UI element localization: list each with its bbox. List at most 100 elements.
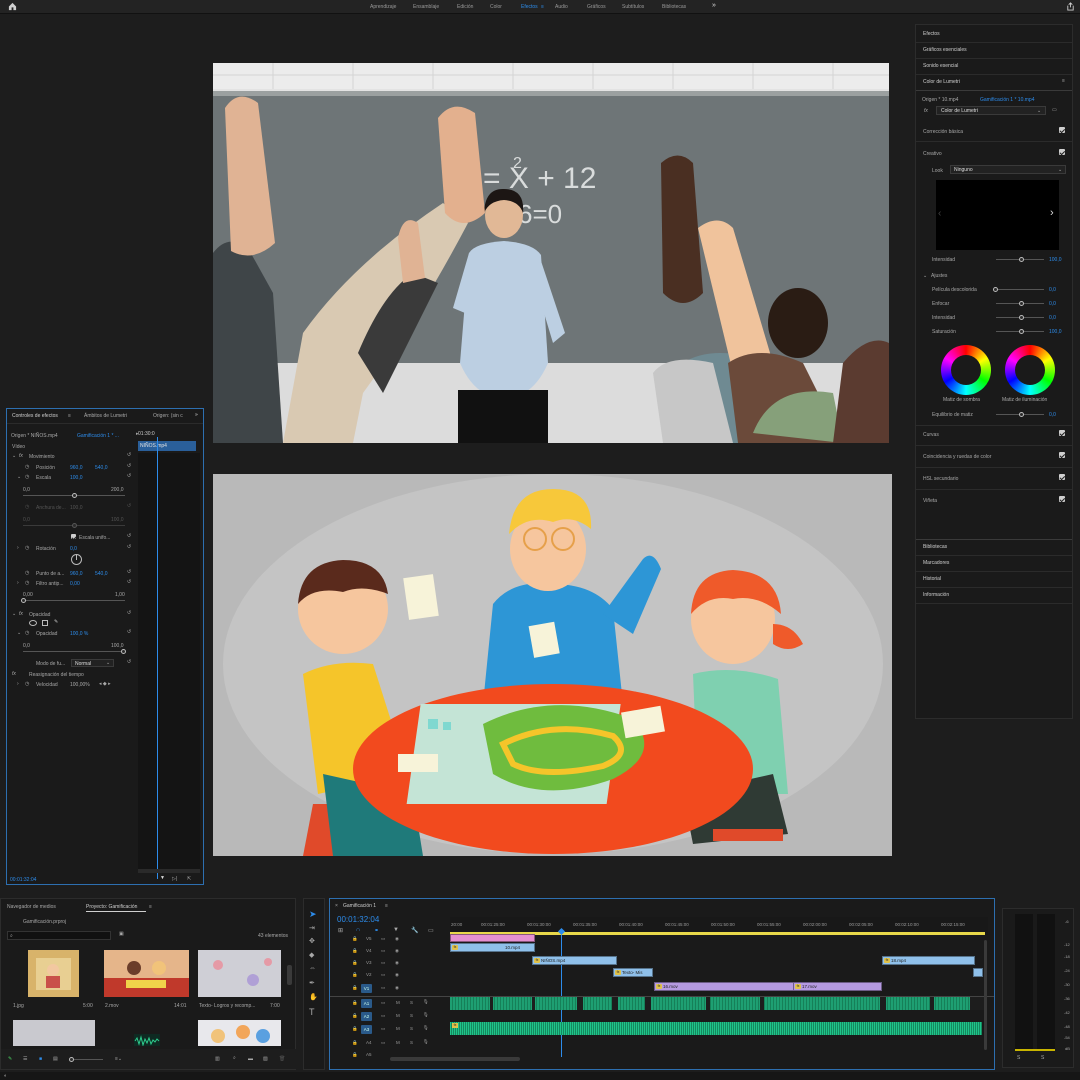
track-a3-label[interactable]: A3	[361, 1025, 372, 1034]
reset-icon[interactable]: ↺	[127, 452, 131, 458]
ec-opacity-slider[interactable]	[23, 651, 125, 652]
tab-ensamblaje[interactable]: Ensamblaje	[413, 4, 439, 10]
sync-lock-icon[interactable]: ▭	[381, 972, 385, 978]
pen-mask-icon[interactable]: ✎	[54, 619, 58, 625]
tab-subtitulos[interactable]: Subtítulos	[622, 4, 644, 10]
icon-view-icon[interactable]: ■	[39, 1056, 42, 1062]
section-correccion-basica[interactable]: Corrección básica	[923, 129, 963, 135]
section-hsl[interactable]: HSL secundario	[923, 476, 958, 482]
close-icon[interactable]: ×	[335, 903, 338, 909]
tab-graficos[interactable]: Gráficos	[587, 4, 606, 10]
ec-scale-width-knob[interactable]	[72, 523, 77, 528]
ec-flicker-knob[interactable]	[21, 598, 26, 603]
track-v3-label[interactable]: V3	[366, 960, 372, 965]
mic-icon[interactable]: 🎙	[423, 1012, 429, 1018]
section-vineta[interactable]: Viñeta	[923, 498, 937, 504]
section-coincidencia[interactable]: Coincidencia y ruedas de color	[923, 454, 991, 460]
mute-a2[interactable]: M	[396, 1013, 400, 1018]
ellipse-mask-icon[interactable]	[29, 620, 37, 626]
stopwatch-icon[interactable]: ◷	[25, 570, 29, 576]
mute-a3[interactable]: M	[396, 1026, 400, 1031]
reset-icon[interactable]: ↺	[127, 473, 131, 479]
eye-icon[interactable]: ◉	[395, 960, 399, 966]
filter-icon[interactable]: ▼	[160, 875, 165, 881]
thumb-1jpg[interactable]	[28, 950, 79, 997]
lock-icon[interactable]: 🔒	[352, 1026, 358, 1032]
sync-lock-icon[interactable]: ▭	[381, 1000, 385, 1006]
reset-icon[interactable]: ↺	[127, 503, 131, 509]
add-marker-icon[interactable]: ▼	[393, 927, 399, 933]
track-v5-label[interactable]: V5	[366, 936, 372, 941]
timeline-h-scrollbar[interactable]	[390, 1057, 520, 1061]
ec-flicker-value[interactable]: 0,00	[70, 581, 80, 587]
ec-flicker-slider[interactable]	[23, 600, 125, 601]
freeform-view-icon[interactable]: ▤	[53, 1056, 58, 1062]
ec-speed-value[interactable]: 100,00%	[70, 682, 90, 688]
panel-tab-historial[interactable]: Historial	[923, 576, 941, 582]
chevron-right-icon[interactable]: ›	[17, 681, 19, 687]
lock-icon[interactable]: 🔒	[352, 985, 358, 991]
ripple-edit-icon[interactable]: ✥	[309, 937, 315, 945]
eye-icon[interactable]: ◉	[395, 972, 399, 978]
panel-menu-icon[interactable]: ≡	[68, 413, 71, 419]
thumb-texto[interactable]	[198, 950, 281, 997]
lock-icon[interactable]: 🔒	[352, 1040, 358, 1046]
mute-a4[interactable]: M	[396, 1040, 400, 1045]
clip-texto[interactable]: fx Texto- Mis	[613, 968, 653, 977]
solo-a1[interactable]: S	[410, 1000, 413, 1005]
ec-rotation-value[interactable]: 0,0	[70, 546, 77, 552]
mute-a1[interactable]: M	[396, 1000, 400, 1005]
stopwatch-icon[interactable]: ◷	[25, 464, 29, 470]
razor-icon[interactable]: ◆	[309, 951, 314, 959]
thumb-2mov[interactable]	[104, 950, 189, 997]
sharpen-value[interactable]: 0,0	[1049, 301, 1056, 307]
program-video-illustration[interactable]	[213, 474, 892, 856]
panel-tab-informacion[interactable]: Información	[923, 592, 949, 598]
clip-v2-end[interactable]	[973, 968, 983, 977]
tint-balance-knob[interactable]	[1019, 412, 1024, 417]
ec-keyframe-area[interactable]	[138, 453, 200, 869]
sync-lock-icon[interactable]: ▭	[381, 960, 385, 966]
stopwatch-icon[interactable]: ◷	[25, 474, 29, 480]
ec-timecode[interactable]: 00:01:32:04	[10, 877, 36, 883]
ec-playhead[interactable]	[157, 437, 158, 879]
track-a2-label[interactable]: A2	[361, 1012, 372, 1021]
intensity-value[interactable]: 100,0	[1049, 257, 1062, 263]
tab-aprendizaje[interactable]: Aprendizaje	[370, 4, 396, 10]
ec-opacity-knob[interactable]	[121, 649, 126, 654]
rotation-dial[interactable]	[71, 554, 82, 565]
sync-lock-icon[interactable]: ▭	[381, 1026, 385, 1032]
tab-controles-efectos[interactable]: Controles de efectos	[12, 413, 58, 419]
clip-16mov[interactable]: fx 16.mov	[654, 982, 794, 991]
tab-color[interactable]: Color	[490, 4, 502, 10]
look-dropdown[interactable]: Ninguno ⌄	[950, 165, 1066, 174]
section-creativo[interactable]: Creativo	[923, 151, 942, 157]
tint-balance-value[interactable]: 0,0	[1049, 412, 1056, 418]
solo-a3[interactable]: S	[410, 1026, 413, 1031]
mic-icon[interactable]: 🎙	[423, 1025, 429, 1031]
sync-lock-icon[interactable]: ▭	[381, 985, 385, 991]
lock-icon[interactable]: 🔒	[352, 948, 358, 954]
thumb-audio[interactable]	[134, 1034, 160, 1046]
panel-tab-bibliotecas[interactable]: Bibliotecas	[923, 544, 947, 550]
eye-icon[interactable]: ◉	[395, 948, 399, 954]
new-bin-icon[interactable]: ▣	[119, 931, 124, 937]
chevron-right-icon[interactable]: ›	[17, 545, 19, 551]
timeline-timecode[interactable]: 00:01:32:04	[337, 915, 379, 924]
lock-icon[interactable]: 🔒	[352, 972, 358, 978]
vibrance-knob[interactable]	[1019, 315, 1024, 320]
tab-efectos[interactable]: Efectos	[521, 4, 538, 10]
selection-tool-icon[interactable]: ➤	[309, 909, 317, 920]
new-item-icon[interactable]: ▧	[263, 1056, 268, 1062]
snap-icon[interactable]: ∩	[356, 927, 360, 933]
linked-selection-icon[interactable]: ⚭	[374, 927, 379, 934]
tab-audio[interactable]: Audio	[555, 4, 568, 10]
audio-a1-clips[interactable]	[450, 997, 984, 1010]
ec-position-y[interactable]: 540,0	[95, 465, 108, 471]
reset-icon[interactable]: ↺	[127, 579, 131, 585]
share-icon[interactable]	[1066, 2, 1075, 11]
more-tabs-icon[interactable]: »	[712, 2, 716, 9]
automate-icon[interactable]: ▥	[215, 1056, 220, 1062]
solo-a4[interactable]: S	[410, 1040, 413, 1045]
ec-scale-knob[interactable]	[72, 493, 77, 498]
